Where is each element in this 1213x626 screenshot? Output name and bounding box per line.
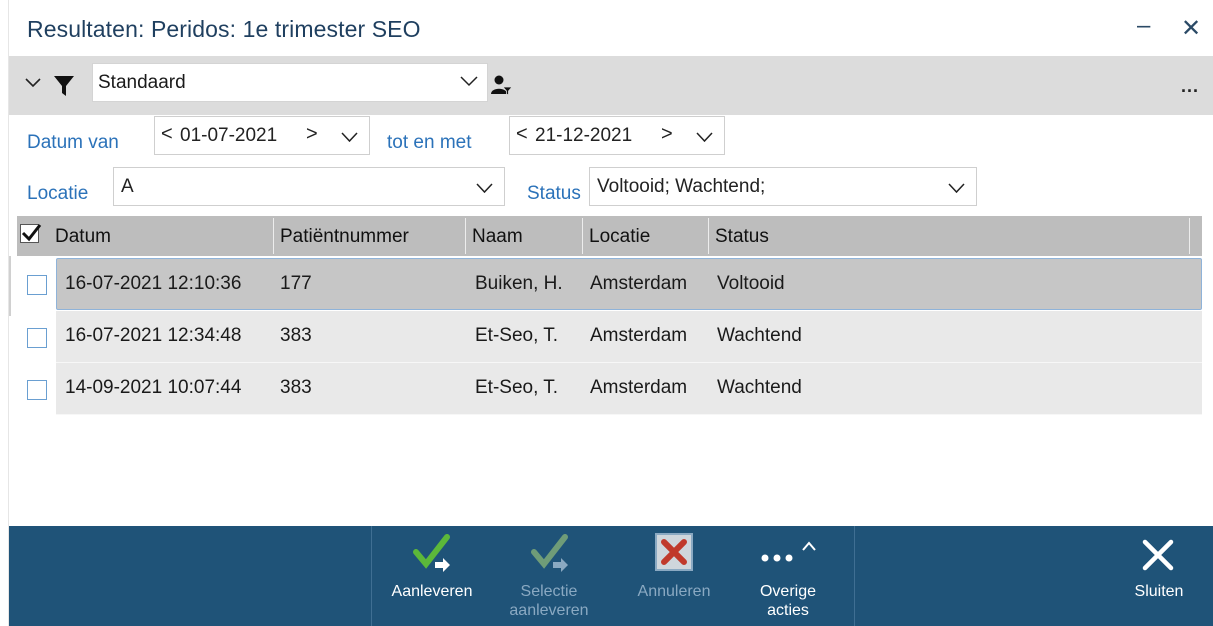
results-window: Resultaten: Peridos: 1e trimester SEO – … — [8, 0, 1213, 626]
column-separator — [1189, 218, 1190, 254]
overige-acties-button[interactable]: Overige acties — [735, 526, 841, 626]
row-indicator — [9, 256, 11, 316]
date-to-value: 21-12-2021 — [535, 125, 633, 146]
chevron-left-icon[interactable]: < — [161, 123, 173, 146]
column-separator — [465, 218, 466, 254]
overige-label-line1: Overige — [759, 583, 817, 600]
status-value: Voltooid; Wachtend; — [597, 176, 766, 197]
close-icon — [1141, 538, 1175, 577]
more-dots-icon — [761, 536, 817, 571]
column-separator — [708, 218, 709, 254]
date-from-value: 01-07-2021 — [180, 125, 278, 146]
overige-acties-label: Overige acties — [735, 582, 841, 620]
title-bar: Resultaten: Peridos: 1e trimester SEO – … — [9, 0, 1213, 56]
more-options-button[interactable]: ... — [1181, 76, 1199, 97]
filter-preset-value: Standaard — [98, 72, 186, 93]
window-title: Resultaten: Peridos: 1e trimester SEO — [27, 16, 421, 42]
chevron-down-icon — [476, 177, 493, 200]
action-toolbar: Aanleveren Selectie aanleveren Annuleren… — [9, 526, 1213, 626]
cell-locatie: Amsterdam — [590, 273, 688, 294]
toolbar-separator — [854, 526, 855, 626]
column-header-status[interactable]: Status — [715, 226, 769, 248]
cell-naam: Et-Seo, T. — [475, 325, 559, 346]
cell-patientnummer: 383 — [280, 377, 312, 398]
column-header-datum[interactable]: Datum — [55, 226, 111, 248]
table-row[interactable]: 14-09-2021 10:07:44 383 Et-Seo, T. Amste… — [56, 363, 1202, 415]
cell-naam: Et-Seo, T. — [475, 377, 559, 398]
column-header-naam[interactable]: Naam — [472, 226, 523, 248]
select-all-checkbox[interactable] — [20, 224, 42, 243]
chevron-down-icon[interactable] — [25, 72, 41, 95]
chevron-right-icon[interactable]: > — [661, 123, 673, 146]
column-separator — [582, 218, 583, 254]
selectie-aanleveren-button[interactable]: Selectie aanleveren — [493, 526, 605, 626]
row-checkbox[interactable] — [27, 328, 47, 348]
cell-status: Wachtend — [717, 325, 802, 346]
status-select[interactable]: Voltooid; Wachtend; — [589, 167, 977, 206]
table-row[interactable]: 16-07-2021 12:34:48 383 Et-Seo, T. Amste… — [56, 311, 1202, 363]
date-to-label: tot en met — [387, 132, 472, 153]
cell-patientnummer: 177 — [280, 273, 312, 294]
grid-header: Datum Patiëntnummer Naam Locatie Status — [17, 216, 1202, 256]
chevron-down-icon[interactable] — [696, 126, 713, 149]
date-from-label: Datum van — [27, 132, 119, 153]
location-value: A — [121, 176, 134, 197]
selectie-label-line2: aanleveren — [509, 602, 589, 619]
row-checkbox[interactable] — [27, 275, 47, 295]
chevron-left-icon[interactable]: < — [516, 123, 528, 146]
column-header-patientnummer[interactable]: Patiëntnummer — [280, 226, 409, 248]
cell-datum: 14-09-2021 10:07:44 — [65, 377, 242, 398]
overige-label-line2: acties — [767, 602, 809, 619]
cell-status: Voltooid — [717, 273, 785, 294]
status-label: Status — [527, 183, 581, 204]
cell-status: Wachtend — [717, 377, 802, 398]
minimize-button[interactable]: – — [1137, 12, 1150, 40]
check-submit-icon — [531, 534, 571, 579]
filter-preset-select[interactable]: Standaard — [92, 63, 488, 102]
selectie-label-line1: Selectie — [520, 583, 578, 600]
location-label: Locatie — [27, 183, 89, 204]
cell-datum: 16-07-2021 12:34:48 — [65, 325, 242, 346]
check-submit-icon — [413, 534, 453, 579]
cell-patientnummer: 383 — [280, 325, 312, 346]
filter-bar: Standaard ... — [9, 56, 1213, 115]
column-header-locatie[interactable]: Locatie — [589, 226, 650, 248]
funnel-icon[interactable] — [53, 74, 77, 98]
annuleren-label: Annuleren — [637, 583, 711, 600]
sluiten-button[interactable]: Sluiten — [1119, 526, 1199, 626]
annuleren-button[interactable]: Annuleren — [621, 526, 727, 626]
cell-naam: Buiken, H. — [475, 273, 563, 294]
chevron-down-icon — [460, 70, 478, 93]
toolbar-separator — [371, 526, 372, 626]
chevron-down-icon — [948, 177, 965, 200]
cancel-icon — [654, 532, 694, 577]
cell-locatie: Amsterdam — [590, 325, 688, 346]
chevron-down-icon[interactable] — [341, 126, 358, 149]
cell-datum: 16-07-2021 12:10:36 — [65, 273, 242, 294]
aanleveren-label: Aanleveren — [391, 583, 473, 600]
cell-locatie: Amsterdam — [590, 377, 688, 398]
aanleveren-button[interactable]: Aanleveren — [377, 526, 487, 626]
location-select[interactable]: A — [113, 167, 505, 206]
row-checkbox[interactable] — [27, 380, 47, 400]
chevron-right-icon[interactable]: > — [306, 123, 318, 146]
date-to-field[interactable]: < 21-12-2021 > — [509, 116, 725, 155]
date-from-field[interactable]: < 01-07-2021 > — [154, 116, 370, 155]
user-filter-icon[interactable] — [489, 73, 513, 97]
close-window-button[interactable]: ✕ — [1181, 14, 1201, 43]
selectie-aanleveren-label: Selectie aanleveren — [493, 582, 605, 620]
table-row[interactable]: 16-07-2021 12:10:36 177 Buiken, H. Amste… — [56, 258, 1202, 310]
column-separator — [273, 218, 274, 254]
sluiten-label: Sluiten — [1134, 583, 1184, 600]
